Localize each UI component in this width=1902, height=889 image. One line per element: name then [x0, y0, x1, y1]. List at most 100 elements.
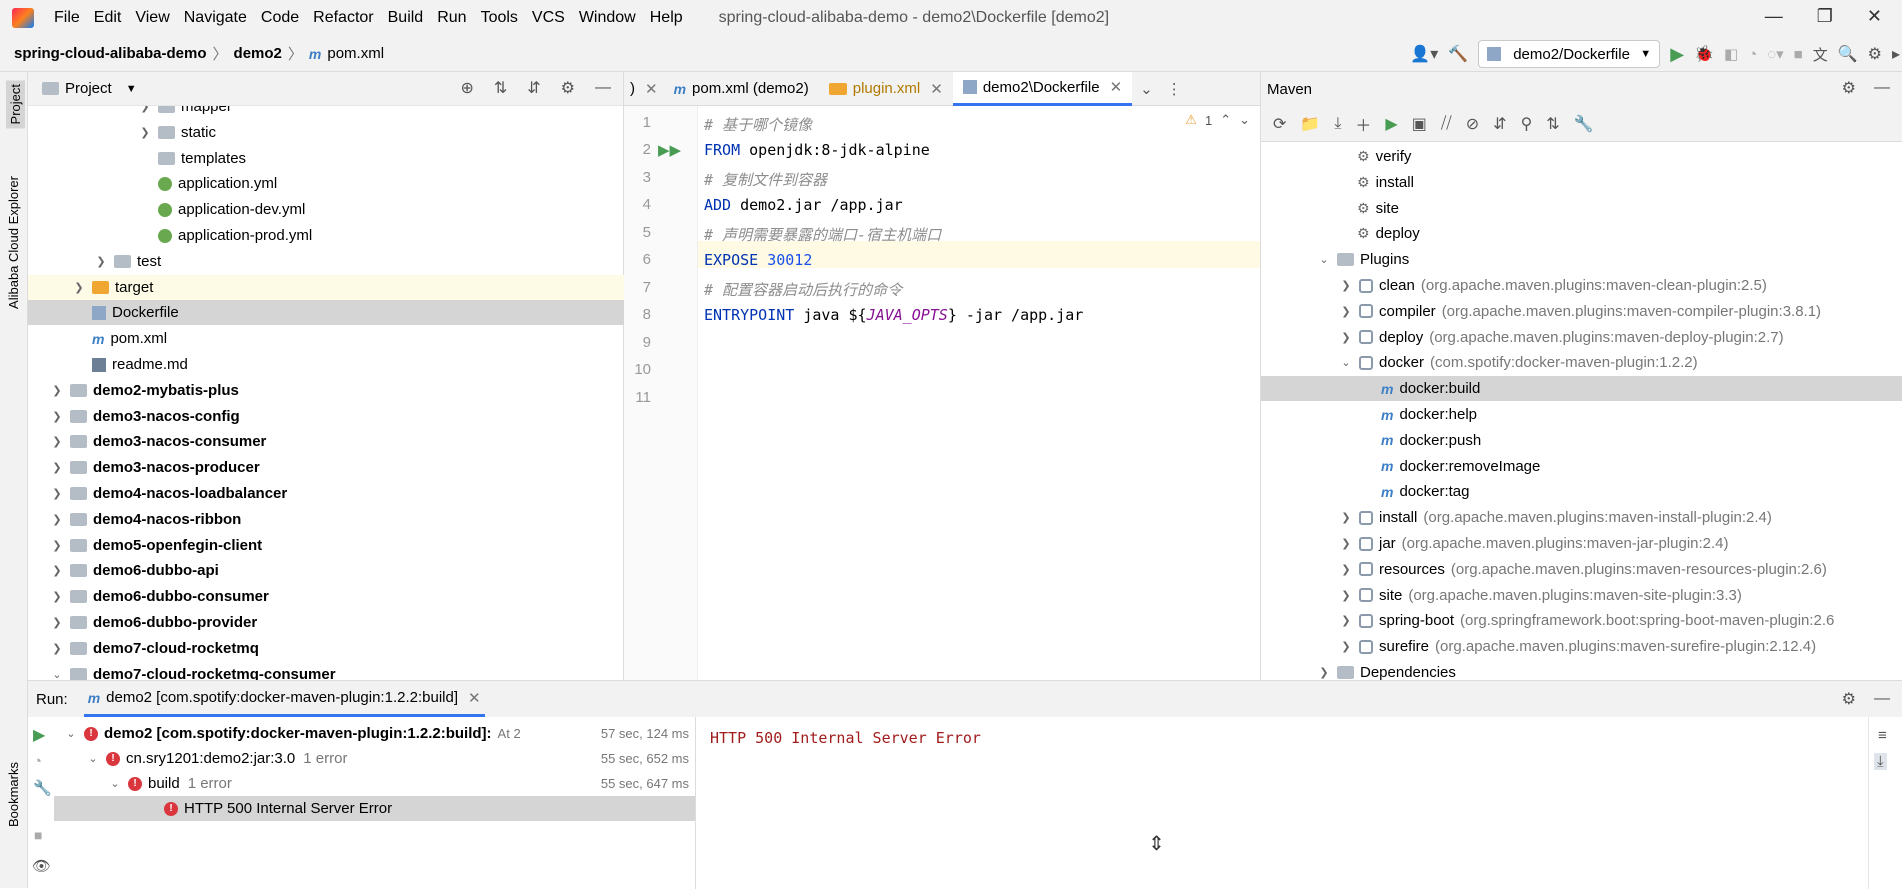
show-dependencies-icon[interactable]: ⚲ — [1521, 114, 1533, 134]
build-jar-row[interactable]: ⌄ ! cn.sry1201:demo2:jar:3.0 1 error — [86, 746, 347, 771]
maven-goal-item[interactable]: m docker:push — [1261, 428, 1902, 453]
menu-code[interactable]: Code — [261, 9, 299, 27]
maven-lifecycle-item[interactable]: ⚙ site — [1261, 196, 1902, 221]
maven-plugin-item[interactable]: ❯ jar (org.apache.maven.plugins:maven-jar-… — [1261, 531, 1902, 556]
chevron-down-icon[interactable]: ⌄ — [1140, 80, 1153, 98]
stop-icon[interactable]: ■ — [1794, 46, 1803, 63]
build-build-row[interactable]: ⌄ ! build 1 error — [108, 771, 232, 796]
menu-file[interactable]: File — [54, 9, 80, 27]
hide-icon[interactable]: — — [1874, 79, 1890, 97]
project-module-item[interactable]: ❯ demo7-cloud-rocketmq — [28, 636, 624, 661]
build-root-row[interactable]: ⌄ ! demo2 [com.spotify:docker-maven-plug… — [64, 721, 520, 746]
alibaba-cloud-tool-button[interactable]: Alibaba Cloud Explorer — [6, 176, 21, 309]
menu-build[interactable]: Build — [388, 9, 424, 27]
project-tree-item[interactable]: Dockerfile — [28, 300, 624, 326]
close-window-icon[interactable]: ✕ — [1867, 6, 1882, 27]
chevron-right-icon[interactable]: ❯ — [1339, 640, 1353, 653]
code-area[interactable]: # 基于哪个镜像 FROM openjdk:8-jdk-alpine # 复制文… — [624, 106, 1260, 680]
project-module-item[interactable]: ❯ demo5-openfegin-client — [28, 533, 624, 558]
chevron-right-icon[interactable]: ❯ — [50, 616, 64, 629]
menu-view[interactable]: View — [135, 9, 169, 27]
chevron-down-icon[interactable]: ⌄ — [1317, 253, 1331, 266]
scroll-to-end-icon[interactable]: ⤓ — [1874, 753, 1887, 770]
chevron-right-icon[interactable]: ❯ — [1339, 614, 1353, 627]
chevron-right-icon[interactable]: ❯ — [50, 590, 64, 603]
chevron-right-icon[interactable]: ❯ — [94, 255, 108, 268]
menu-window[interactable]: Window — [579, 9, 636, 27]
maven-goal-item[interactable]: m docker:tag — [1261, 479, 1902, 504]
reload-icon[interactable]: ⟳ — [1273, 114, 1286, 134]
wrench-icon[interactable]: 🔧 — [1574, 114, 1594, 134]
tab-dockerfile[interactable]: demo2\Dockerfile ✕ — [952, 71, 1133, 106]
project-module-item[interactable]: ❯ demo3-nacos-config — [28, 404, 624, 429]
chevron-down-icon[interactable]: ▼ — [126, 83, 137, 95]
collapse-all-icon[interactable]: ⇵ — [527, 78, 540, 98]
hide-icon[interactable]: — — [1874, 690, 1890, 708]
close-icon[interactable]: ✕ — [930, 80, 943, 98]
maven-lifecycle-item[interactable]: ⚙ install — [1261, 170, 1902, 195]
chevron-right-icon[interactable]: ❯ — [50, 435, 64, 448]
chevron-down-icon[interactable]: ⌄ — [108, 777, 122, 790]
download-icon[interactable]: ⤓ — [1334, 115, 1341, 133]
project-tree-item[interactable]: application-dev.yml — [28, 197, 624, 222]
maven-plugin-item[interactable]: ❯ deploy (org.apache.maven.plugins:maven-d… — [1261, 325, 1902, 350]
maven-plugin-item[interactable]: ❯ site (org.apache.maven.plugins:maven-sit… — [1261, 583, 1902, 608]
project-tree-item[interactable]: m pom.xml — [28, 326, 624, 351]
chevron-right-icon[interactable]: ❯ — [1339, 511, 1353, 524]
maven-plugin-item[interactable]: ❯ install (org.apache.maven.plugins:maven-… — [1261, 505, 1902, 530]
close-icon[interactable]: ✕ — [468, 689, 481, 707]
wrench-icon[interactable]: 🔧 — [33, 779, 52, 797]
maven-lifecycle-item[interactable]: ⚙ verify — [1261, 144, 1902, 169]
more-vertical-icon[interactable]: ⋮ — [1167, 80, 1182, 98]
stop-icon[interactable]: ■ — [34, 827, 42, 843]
chevron-right-icon[interactable]: ❯ — [1317, 666, 1331, 679]
settings-icon[interactable]: ⚙ — [1842, 78, 1856, 98]
menu-run[interactable]: Run — [437, 9, 466, 27]
project-tree-item[interactable]: templates — [28, 146, 624, 171]
maven-goal-item[interactable]: m docker:help — [1261, 402, 1902, 427]
maven-plugin-item[interactable]: ❯ compiler (org.apache.maven.plugins:maven… — [1261, 299, 1902, 324]
close-icon[interactable]: ✕ — [645, 80, 658, 98]
project-module-item[interactable]: ❯ demo4-nacos-ribbon — [28, 507, 624, 532]
collapse-icon[interactable]: ⇵ — [1493, 114, 1506, 134]
chevron-right-icon[interactable]: ❯ — [1339, 563, 1353, 576]
chevron-down-icon[interactable]: ⌄ — [50, 668, 64, 680]
coverage-icon[interactable]: ◧ — [1724, 45, 1738, 63]
add-folder-icon[interactable]: 📁 — [1300, 114, 1320, 134]
chevron-right-icon[interactable]: ❯ — [50, 487, 64, 500]
settings-icon[interactable]: ⚙ — [561, 78, 575, 98]
chevron-down-icon[interactable]: ⌄ — [1239, 112, 1250, 128]
run-icon[interactable]: ▶ — [1385, 114, 1397, 134]
project-module-item[interactable]: ❯ demo2-mybatis-plus — [28, 378, 624, 403]
toggle-offline-icon[interactable]: ⧸⧸ — [1441, 115, 1452, 133]
hide-icon[interactable]: — — [595, 79, 611, 97]
restore-icon[interactable]: ❐ — [1817, 6, 1833, 27]
expand-all-icon[interactable]: ⇅ — [494, 78, 507, 98]
chevron-right-icon[interactable]: ❯ — [138, 126, 152, 139]
maven-plugin-item[interactable]: ❯ resources (org.apache.maven.plugins:mave… — [1261, 557, 1902, 582]
close-icon[interactable]: ✕ — [1110, 78, 1123, 96]
translate-icon[interactable]: 文 — [1813, 44, 1828, 65]
debug-icon[interactable]: 🐞 — [1694, 44, 1714, 64]
chevron-right-icon[interactable]: ❯ — [1339, 537, 1353, 550]
breadcrumb-project[interactable]: spring-cloud-alibaba-demo — [14, 45, 207, 62]
maven-plugin-item[interactable]: ❯ surefire (org.apache.maven.plugins:maven… — [1261, 634, 1902, 659]
project-module-item[interactable]: ⌄ demo7-cloud-rocketmq-consumer — [28, 662, 624, 680]
minimize-icon[interactable]: — — [1765, 6, 1783, 27]
rerun-icon[interactable]: ▶ — [33, 725, 45, 745]
maven-plugin-item[interactable]: ❯ clean (org.apache.maven.plugins:maven-cl… — [1261, 273, 1902, 298]
maven-plugin-item[interactable]: ❯ spring-boot (org.springframework.boot:sp… — [1261, 608, 1902, 633]
chevron-right-icon[interactable]: ❯ — [72, 281, 86, 294]
build-error-row[interactable]: ! HTTP 500 Internal Server Error — [54, 796, 695, 821]
soft-wrap-icon[interactable]: ≡ — [1878, 727, 1887, 744]
project-tree-item[interactable]: readme.md — [28, 352, 624, 377]
project-module-item[interactable]: ❯ demo3-nacos-producer — [28, 455, 624, 480]
more-run-icon[interactable]: ◌▾ — [1767, 45, 1783, 63]
maven-dependencies-node[interactable]: ❯ Dependencies — [1261, 660, 1902, 680]
chevron-right-icon[interactable]: ❯ — [50, 384, 64, 397]
user-icon[interactable]: 👤▾ — [1410, 44, 1438, 64]
search-icon[interactable]: 🔍 — [1838, 44, 1858, 64]
menu-edit[interactable]: Edit — [94, 9, 122, 27]
project-module-item[interactable]: ❯ demo3-nacos-consumer — [28, 429, 624, 454]
chevron-right-icon[interactable]: ❯ — [50, 564, 64, 577]
